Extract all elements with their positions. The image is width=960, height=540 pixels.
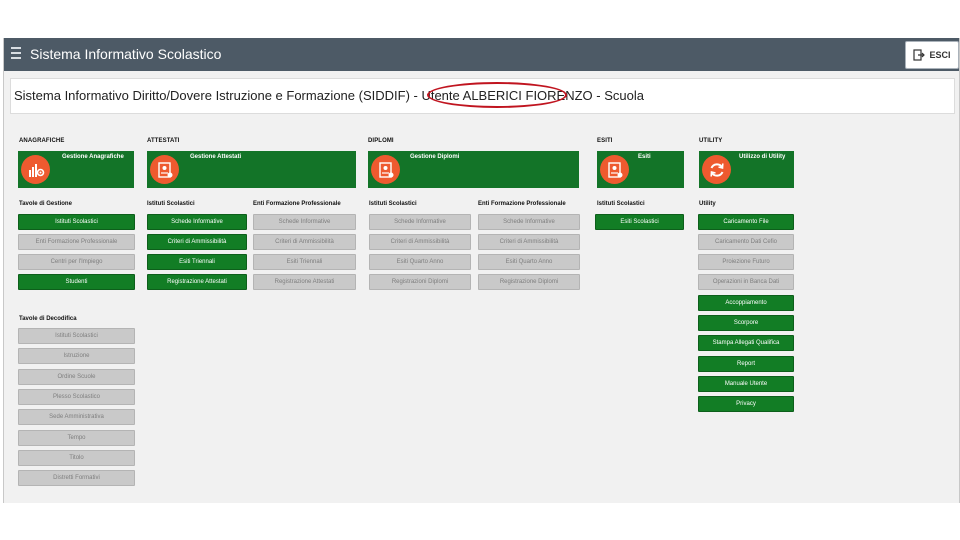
column-head-att-istituti: Istituti Scolastici [147,201,195,207]
top-bar: Sistema Informativo Scolastico ESCI [4,38,959,71]
exit-button[interactable]: ESCI [905,41,959,69]
btn-utility-stampa-allegati[interactable]: Stampa Allegati Qualifica [698,335,794,351]
certificate-icon [157,161,172,178]
btn-utility-accoppiamento[interactable]: Accoppiamento [698,295,794,311]
refresh-icon [709,162,724,177]
btn-dip-istituti-esiti[interactable]: Esiti Quarto Anno [369,254,471,270]
btn-utility-proiezione-futuro[interactable]: Proiezione Futuro [698,254,794,270]
tile-gestione-diplomi[interactable]: Gestione Diplomi [368,151,579,188]
btn-dip-istituti-schede[interactable]: Schede Informative [369,214,471,230]
attestati-tile-icon [150,155,179,184]
btn-decodifica-sede-amministrativa[interactable]: Sede Amministrativa [18,409,135,425]
section-utility: UTILITY [699,138,723,144]
btn-dip-enti-schede[interactable]: Schede Informative [478,214,580,230]
btn-utility-caricamento-dati[interactable]: Caricamento Dati Cefio [698,234,794,250]
btn-utility-scorpore[interactable]: Scorpore [698,315,794,331]
btn-att-istituti-criteri[interactable]: Criteri di Ammissibilità [147,234,247,250]
exit-button-label: ESCI [929,50,951,60]
tile-esiti[interactable]: Esiti [597,151,684,188]
hamburger-menu-icon[interactable] [11,47,21,59]
btn-gestione-enti-formazione[interactable]: Enti Formazione Professionale [18,234,135,250]
certificate-icon [607,161,622,178]
column-head-att-enti: Enti Formazione Professionale [253,201,341,207]
section-diplomi: DIPLOMI [368,138,394,144]
btn-dip-enti-registrazione[interactable]: Registrazione Diplomi [478,274,580,290]
btn-att-istituti-esiti[interactable]: Esiti Triennali [147,254,247,270]
btn-att-istituti-registrazione[interactable]: Registrazione Attestati [147,274,247,290]
app-title: Sistema Informativo Scolastico [30,46,222,62]
tile-label: Esiti [638,154,651,160]
btn-decodifica-istituti-scolastici[interactable]: Istituti Scolastici [18,328,135,344]
btn-att-enti-schede[interactable]: Schede Informative [253,214,356,230]
btn-att-enti-esiti[interactable]: Esiti Triennali [253,254,356,270]
btn-dip-istituti-criteri[interactable]: Criteri di Ammissibilità [369,234,471,250]
section-esiti: ESITI [597,138,613,144]
section-attestati: ATTESTATI [147,138,180,144]
esiti-tile-icon [600,155,629,184]
btn-decodifica-ordine-scuole[interactable]: Ordine Scuole [18,369,135,385]
btn-utility-caricamento-file[interactable]: Caricamento File [698,214,794,230]
btn-decodifica-tempo[interactable]: Tempo [18,430,135,446]
certificate-icon [378,161,393,178]
btn-gestione-centri-impiego[interactable]: Centri per l'Impiego [18,254,135,270]
btn-gestione-studenti[interactable]: Studenti [18,274,135,290]
btn-dip-enti-criteri[interactable]: Criteri di Ammissibilità [478,234,580,250]
btn-dip-istituti-registrazioni[interactable]: Registrazioni Diplomi [369,274,471,290]
btn-utility-privacy[interactable]: Privacy [698,396,794,412]
btn-att-enti-registrazione[interactable]: Registrazione Attestati [253,274,356,290]
column-head-dip-enti: Enti Formazione Professionale [478,201,566,207]
column-head-utility: Utility [699,201,716,207]
tile-label: Gestione Diplomi [410,154,460,160]
anagrafiche-tile-icon [21,155,50,184]
tile-label: Gestione Attestati [190,154,242,160]
btn-gestione-istituti-scolastici[interactable]: Istituti Scolastici [18,214,135,230]
tile-label: Gestione Anagrafiche [62,154,124,160]
utility-tile-icon [702,155,731,184]
tile-utility[interactable]: Utilizzo di Utility [699,151,794,188]
highlight-ellipse [427,82,567,108]
column-head-tavole-gestione: Tavole di Gestione [19,201,72,207]
column-head-tavole-decodifica: Tavole di Decodifica [19,316,77,322]
btn-dip-enti-esiti[interactable]: Esiti Quarto Anno [478,254,580,270]
btn-decodifica-distretti-formativi[interactable]: Distretti Formativi [18,470,135,486]
btn-utility-manuale-utente[interactable]: Manuale Utente [698,376,794,392]
tile-gestione-attestati[interactable]: Gestione Attestati [147,151,356,188]
btn-decodifica-titolo[interactable]: Titolo [18,450,135,466]
column-head-dip-istituti: Istituti Scolastici [369,201,417,207]
tile-gestione-anagrafiche[interactable]: Gestione Anagrafiche [18,151,134,188]
tile-label: Utilizzo di Utility [739,154,786,160]
diplomi-tile-icon [371,155,400,184]
btn-utility-operazioni-banca-dati[interactable]: Operazioni in Banca Dati [698,274,794,290]
btn-utility-report[interactable]: Report [698,356,794,372]
btn-decodifica-plesso-scolastico[interactable]: Plesso Scolastico [18,389,135,405]
btn-esiti-scolastici[interactable]: Esiti Scolastici [595,214,684,230]
column-head-esiti-istituti: Istituti Scolastici [597,201,645,207]
btn-att-enti-criteri[interactable]: Criteri di Ammissibilità [253,234,356,250]
exit-icon [913,49,926,61]
btn-decodifica-istruzione[interactable]: Istruzione [18,348,135,364]
section-anagrafiche: ANAGRAFICHE [19,138,65,144]
chart-gear-icon [28,163,44,177]
app-frame: Sistema Informativo Scolastico ESCI Sist… [3,38,960,503]
btn-att-istituti-schede[interactable]: Schede Informative [147,214,247,230]
